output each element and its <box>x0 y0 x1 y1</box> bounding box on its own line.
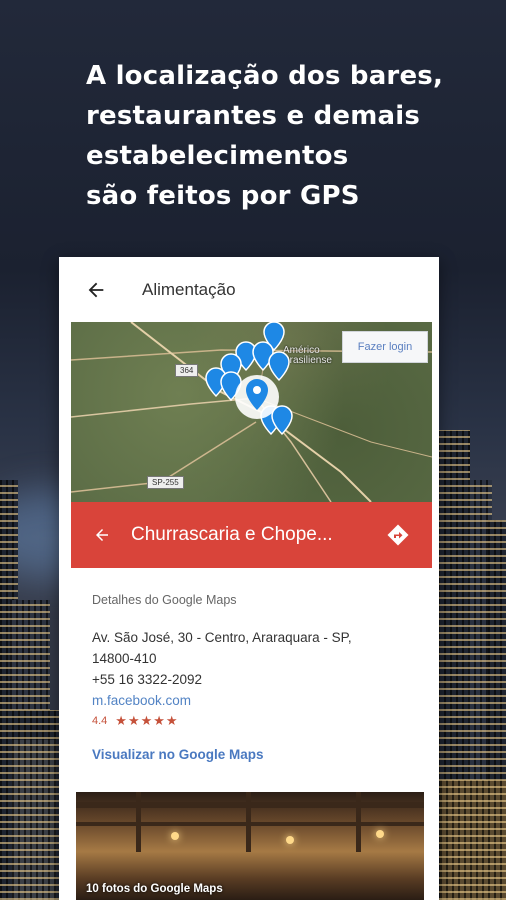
directions-icon <box>387 524 409 546</box>
place-details: Detalhes do Google Maps Av. São José, 30… <box>92 593 422 762</box>
phone-number[interactable]: +55 16 3322-2092 <box>92 669 422 690</box>
star-rating-icon: ★★★★★ <box>115 713 179 728</box>
back-button[interactable] <box>85 278 109 302</box>
website-link[interactable]: m.facebook.com <box>92 690 422 711</box>
arrow-left-icon <box>96 529 108 541</box>
app-bar: Alimentação <box>59 257 439 323</box>
headline-line-4: são feitos por GPS <box>86 181 360 211</box>
phone-screen: Alimentação 364 SP-255 Américo Brasilien… <box>59 257 439 900</box>
map-view[interactable]: 364 SP-255 Américo Brasiliense Fazer log… <box>71 322 432 502</box>
view-on-google-maps-link[interactable]: Visualizar no Google Maps <box>92 747 422 762</box>
directions-button[interactable] <box>386 523 410 552</box>
headline-line-2: restaurantes e demais <box>86 101 421 131</box>
map-pin-icon <box>268 351 290 382</box>
details-section-label: Detalhes do Google Maps <box>92 593 237 607</box>
address: Av. São José, 30 - Centro, Araraquara - … <box>92 627 422 690</box>
rating-row: 4.4 ★★★★★ <box>92 713 422 729</box>
place-name: Churrascaria e Chope... <box>131 524 333 545</box>
arrow-left-icon <box>88 282 104 298</box>
place-header-bar: Churrascaria e Chope... <box>71 502 432 568</box>
headline-line-3: estabelecimentos <box>86 141 349 171</box>
address-line-1: Av. São José, 30 - Centro, Araraquara - … <box>92 630 352 645</box>
photo-caption: 10 fotos do Google Maps <box>86 883 223 895</box>
address-line-2: 14800-410 <box>92 651 157 666</box>
place-back-button[interactable] <box>93 526 111 544</box>
login-button[interactable]: Fazer login <box>342 331 428 363</box>
headline-line-1: A localização dos bares, <box>86 61 444 91</box>
place-photo[interactable]: 10 fotos do Google Maps <box>76 792 424 900</box>
rating-value: 4.4 <box>92 715 108 727</box>
page-title: Alimentação <box>142 280 236 299</box>
promo-headline: A localização dos bares, restaurantes e … <box>86 56 486 216</box>
